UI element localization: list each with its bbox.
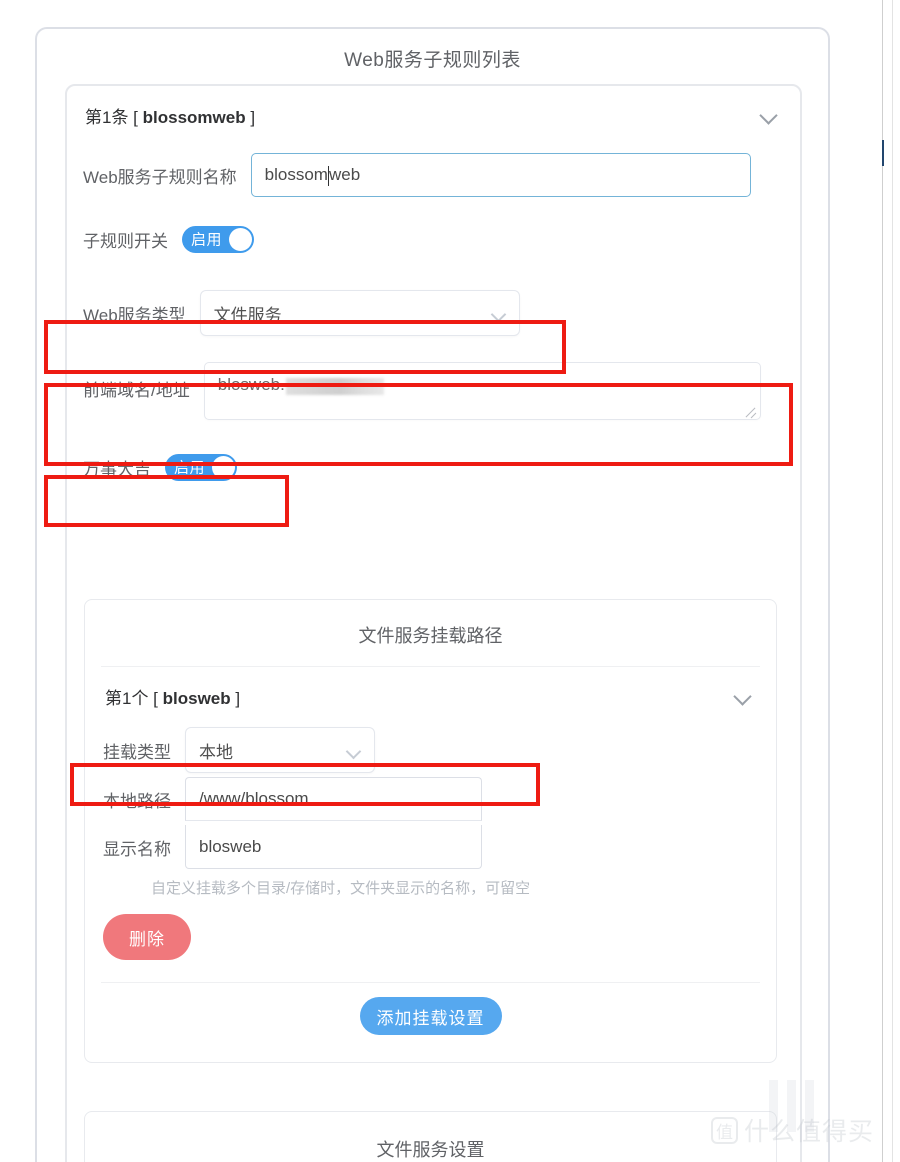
- mount-type-row: 挂载类型 本地: [103, 725, 758, 775]
- chevron-down-icon[interactable]: [760, 109, 778, 121]
- web-subrule-panel: Web服务子规则列表 第1条 [ blossomweb ] Web服务子规则名称…: [35, 27, 830, 1162]
- file-service-mount-card: 文件服务挂载路径 第1个 [ blosweb ] 挂载类型 本地 本地路径 /w…: [84, 599, 777, 1063]
- file-service-settings-card: 文件服务设置 显示目录 是: [84, 1111, 777, 1162]
- add-mount-bar: 添加挂载设置: [85, 983, 776, 1035]
- settings-card-title: 文件服务设置: [376, 1140, 485, 1160]
- mount-item-index: 第1个 [: [105, 688, 163, 708]
- mount-item-suffix: ]: [230, 688, 241, 708]
- subrule-name-value-b: web: [328, 165, 361, 184]
- chevron-down-icon: [347, 746, 361, 755]
- gutter-divider: [892, 0, 893, 1162]
- toggle-knob: [229, 227, 252, 251]
- mount-card-body: 第1个 [ blosweb ] 挂载类型 本地 本地路径 /www/blosso…: [85, 667, 776, 960]
- watermark: 值 什么值得买: [710, 1112, 874, 1148]
- watermark-text: 什么值得买: [743, 1118, 874, 1146]
- web-service-type-value: 文件服务: [213, 305, 282, 325]
- display-name-input[interactable]: blosweb: [185, 825, 482, 869]
- frontend-domain-label: 前端域名/地址: [83, 381, 190, 400]
- redaction-block: [285, 377, 384, 395]
- subrule-switch-label: 子规则开关: [83, 231, 168, 251]
- subrule-name-label: Web服务子规则名称: [83, 167, 237, 187]
- local-path-row: 本地路径 /www/blossom: [103, 775, 758, 823]
- delete-button-wrap: 删除: [103, 898, 758, 960]
- subrule-name-row: Web服务子规则名称 blossom web: [83, 150, 784, 200]
- resize-handle-icon[interactable]: [743, 403, 757, 419]
- local-path-label: 本地路径: [103, 791, 171, 811]
- web-service-type-select[interactable]: 文件服务: [199, 290, 520, 336]
- mount-type-label: 挂载类型: [103, 742, 171, 762]
- page-title: Web服务子规则列表: [344, 50, 521, 71]
- window-right-gutter: [882, 0, 900, 1162]
- rule-header-suffix: ]: [245, 107, 256, 127]
- frontend-domain-row: 前端域名/地址 blosweb.: [83, 362, 784, 420]
- chevron-down-icon: [492, 309, 506, 318]
- display-name-hint: 自定义挂载多个目录/存储时，文件夹显示的名称，可留空: [151, 880, 531, 897]
- display-name-row: 显示名称 blosweb: [103, 823, 758, 871]
- local-path-input[interactable]: /www/blossom: [185, 777, 482, 821]
- display-name-label: 显示名称: [103, 839, 171, 859]
- web-service-type-label: Web服务类型: [83, 305, 186, 325]
- mount-item-header-label: 第1个 [ blosweb ]: [105, 684, 240, 709]
- scroll-marker: [882, 140, 884, 166]
- text-caret: [327, 166, 329, 186]
- chevron-down-icon[interactable]: [734, 690, 752, 702]
- mount-item-header[interactable]: 第1个 [ blosweb ]: [103, 667, 758, 725]
- frontend-domain-textarea[interactable]: blosweb.: [203, 362, 761, 420]
- rule-header-name: blossomweb: [142, 107, 246, 127]
- rule-header[interactable]: 第1条 [ blossomweb ]: [83, 86, 784, 144]
- toggle-knob: [212, 455, 235, 479]
- subrule-enable-toggle[interactable]: 启用: [182, 225, 254, 253]
- mount-type-select[interactable]: 本地: [185, 727, 375, 773]
- frontend-domain-value: blosweb.: [217, 375, 285, 394]
- subrule-enable-toggle-label: 启用: [191, 231, 223, 249]
- frontend-domain-value-wrap: blosweb.: [218, 375, 384, 395]
- mount-type-value: 本地: [199, 742, 233, 762]
- rule-header-label: 第1条 [ blossomweb ]: [85, 103, 255, 128]
- web-service-type-row: Web服务类型 文件服务: [83, 288, 784, 338]
- screenshot-root: Web服务子规则列表 第1条 [ blossomweb ] Web服务子规则名称…: [0, 0, 900, 1162]
- subrule-name-value-a: blossom: [264, 165, 328, 184]
- mount-card-title: 文件服务挂载路径: [358, 626, 503, 646]
- subrule-switch-row: 子规则开关 启用: [83, 214, 784, 264]
- add-mount-setting-button[interactable]: 添加挂载设置: [359, 997, 502, 1035]
- delete-button[interactable]: 删除: [103, 914, 191, 960]
- rule-header-index: 第1条 [: [85, 107, 143, 127]
- lucky-enable-toggle-label: 启用: [174, 459, 206, 477]
- lucky-switch-row: 万事大吉 启用: [83, 442, 784, 492]
- subrule-name-input[interactable]: blossom web: [250, 153, 751, 197]
- lucky-enable-toggle[interactable]: 启用: [165, 453, 237, 481]
- watermark-badge-icon: 值: [710, 1116, 738, 1144]
- lucky-switch-label: 万事大吉: [83, 459, 151, 479]
- mount-item-name: blosweb: [162, 688, 231, 708]
